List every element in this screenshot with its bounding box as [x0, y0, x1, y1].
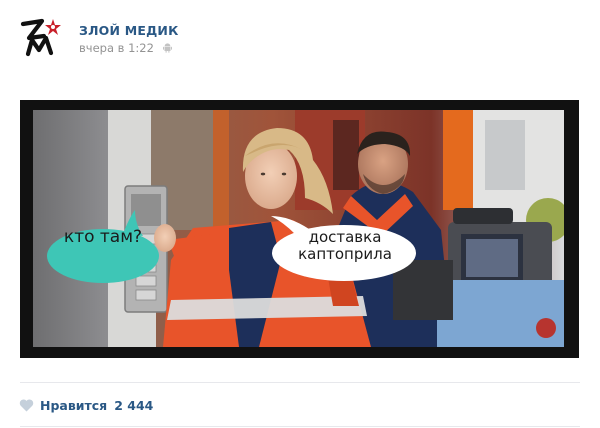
post-meta: вчера в 1:22	[79, 41, 172, 55]
speech-bubble-who-is-there: кто там?	[63, 227, 143, 247]
like-button[interactable]: Нравится 2 444	[19, 394, 153, 416]
android-icon	[162, 43, 172, 53]
bottom-divider	[20, 426, 580, 427]
post-time[interactable]: вчера в 1:22	[79, 41, 154, 55]
post-image[interactable]: кто там? доставка каптоприла	[20, 100, 579, 358]
photo: кто там? доставка каптоприла	[33, 110, 564, 347]
like-count: 2 444	[114, 397, 154, 413]
speech-bubble-delivery: доставка каптоприла	[298, 228, 392, 263]
divider	[20, 382, 580, 383]
post-header: ЗЛОЙ МЕДИК вчера в 1:22	[20, 14, 580, 62]
author-name[interactable]: ЗЛОЙ МЕДИК	[79, 23, 179, 38]
heart-icon	[19, 398, 34, 411]
avatar[interactable]	[20, 16, 62, 58]
logo-icon	[20, 18, 61, 57]
like-label: Нравится	[40, 397, 108, 413]
